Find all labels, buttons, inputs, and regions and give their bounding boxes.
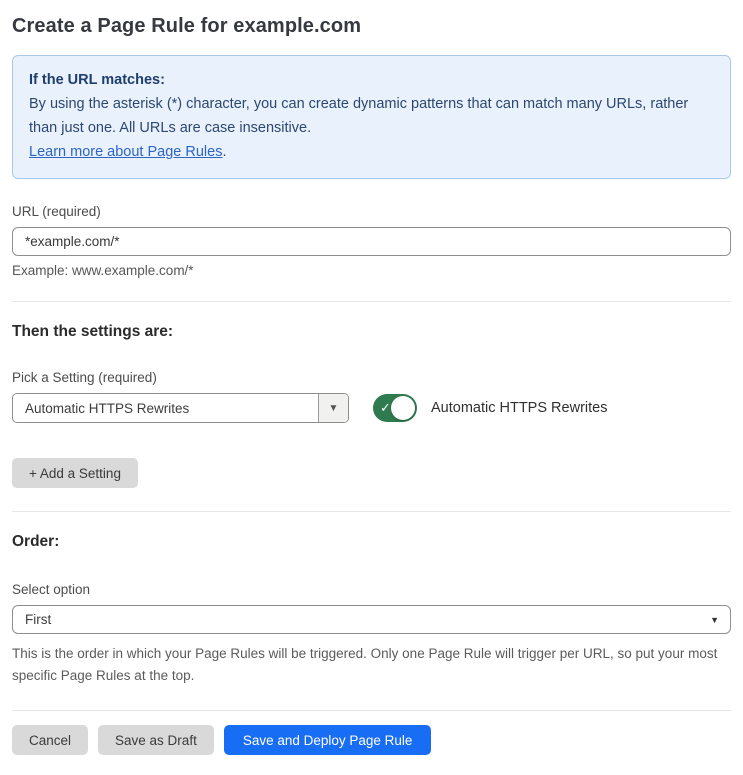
create-page-rule-panel: Create a Page Rule for example.com If th… [0,0,743,775]
order-description: This is the order in which your Page Rul… [12,646,718,683]
save-deploy-button[interactable]: Save and Deploy Page Rule [223,725,432,755]
url-field-label: URL (required) [12,204,101,219]
order-select-value: First [25,612,52,627]
order-select-label: Select option [12,582,91,597]
pick-setting-label: Pick a Setting (required) [12,370,157,385]
url-example-hint: Example: www.example.com/* [12,263,194,278]
setting-row: Automatic HTTPS Rewrites ▼ ✓ Automatic H… [12,393,731,423]
link-suffix: . [222,144,227,160]
order-section-heading: Order: [12,533,60,550]
toggle-knob [391,396,415,420]
setting-toggle-label: Automatic HTTPS Rewrites [431,400,608,416]
save-draft-button[interactable]: Save as Draft [98,725,214,755]
page-title: Create a Page Rule for example.com [12,15,362,37]
info-box-heading: If the URL matches: [29,72,165,88]
divider [12,301,731,302]
add-setting-button[interactable]: + Add a Setting [12,458,138,488]
setting-dropdown[interactable]: Automatic HTTPS Rewrites ▼ [12,393,349,423]
divider [12,511,731,512]
setting-toggle[interactable]: ✓ [373,394,417,422]
chevron-down-icon: ▼ [710,614,719,625]
chevron-down-icon[interactable]: ▼ [318,394,348,422]
setting-dropdown-value: Automatic HTTPS Rewrites [25,400,190,416]
check-icon: ✓ [380,400,391,416]
divider [12,710,731,711]
url-match-info-box: If the URL matches: By using the asteris… [12,55,731,179]
settings-section-heading: Then the settings are: [12,323,174,340]
url-input[interactable] [12,227,731,256]
footer-actions: Cancel Save as Draft Save and Deploy Pag… [12,725,731,755]
order-select[interactable]: First ▼ [12,605,731,634]
learn-more-link[interactable]: Learn more about Page Rules [29,144,222,160]
info-box-link-line: Learn more about Page Rules. [29,140,714,164]
info-box-body: By using the asterisk (*) character, you… [29,96,689,136]
cancel-button[interactable]: Cancel [12,725,89,755]
